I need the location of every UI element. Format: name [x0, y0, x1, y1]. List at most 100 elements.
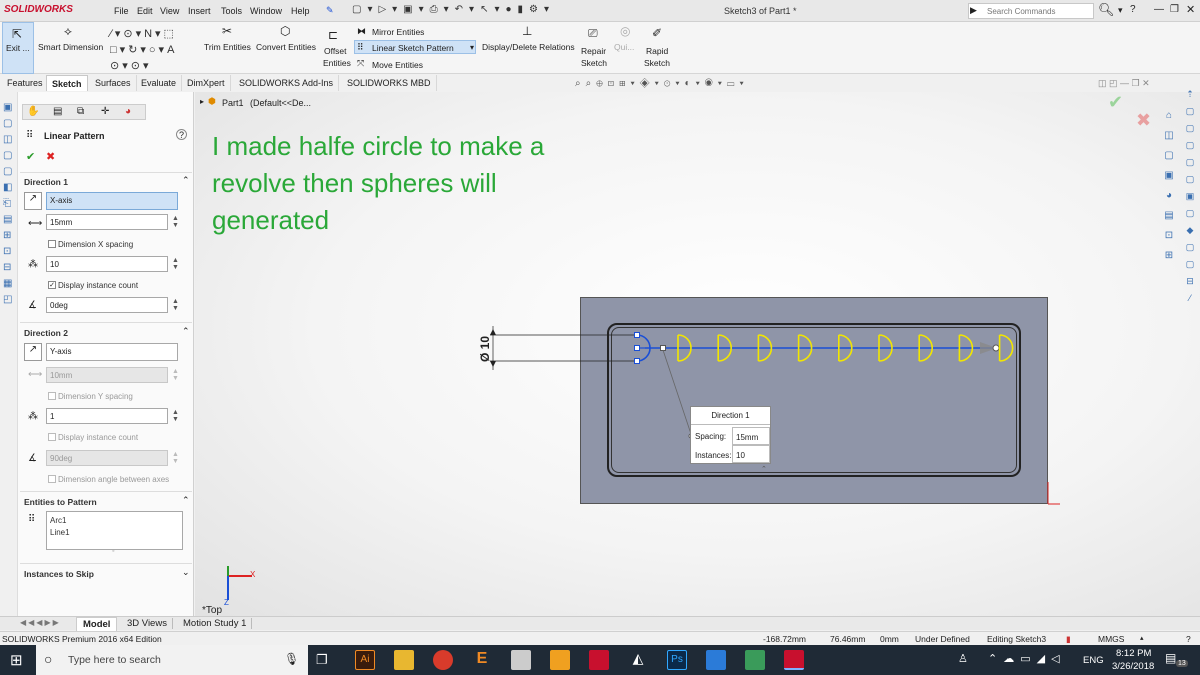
- offset-entities-button[interactable]: ⊏ Offset Entities: [322, 28, 354, 72]
- rebuild-icon[interactable]: ▮: [1066, 634, 1071, 645]
- people-icon[interactable]: ♙: [958, 652, 968, 665]
- repair-sketch-button[interactable]: ⎚ Repair Sketch: [580, 24, 610, 72]
- viewport-controls-icon[interactable]: ◫ ◰ — ❐ ✕: [1098, 78, 1150, 89]
- help-icon[interactable]: ?: [1130, 4, 1136, 15]
- system-tray-icons[interactable]: ⌃☁▭◢◁: [988, 652, 1066, 665]
- units-status[interactable]: MMGS: [1098, 634, 1124, 644]
- tab-evaluate[interactable]: Evaluate: [136, 75, 183, 91]
- expand-tree-icon[interactable]: ▸: [200, 97, 204, 106]
- sketch-point[interactable]: [634, 332, 640, 338]
- feature-manager-tab-icon[interactable]: ✋: [27, 106, 39, 117]
- collapse-icon[interactable]: ⌃: [182, 175, 190, 186]
- app-icon[interactable]: [706, 650, 726, 670]
- chrome-icon[interactable]: [433, 650, 453, 670]
- search-mode-icon[interactable]: ▶: [970, 5, 977, 16]
- menu-file[interactable]: File: [114, 6, 129, 16]
- instances-spinner[interactable]: ▲ ▼: [172, 409, 179, 423]
- mirror-entities-button[interactable]: ⧓ Mirror Entities: [357, 26, 477, 38]
- expand-icon[interactable]: ⌄: [182, 567, 190, 578]
- menu-view[interactable]: View: [160, 6, 179, 16]
- instances-spinner[interactable]: ▲ ▼: [172, 257, 179, 271]
- solidworks-logo[interactable]: SOLIDWORKS: [4, 4, 73, 15]
- language-indicator[interactable]: ENG: [1083, 655, 1104, 666]
- direction1-spacing-field[interactable]: 15mm: [46, 214, 168, 230]
- view-orientation-icons[interactable]: ⇡ ▢ ▢ ▢ ▢ ▢ ▣ ▢ ◆ ▢ ▢ ⊟ ⁄: [1183, 86, 1197, 307]
- sketch-point[interactable]: [634, 345, 640, 351]
- quick-access-toolbar[interactable]: ▢▾▷▾▣▾⎙▾↶▾↖▾●▮⚙▾: [352, 4, 552, 18]
- callout-instances-value[interactable]: 10: [732, 445, 770, 463]
- ok-check-icon[interactable]: ✔: [26, 150, 35, 163]
- display-delete-relations-button[interactable]: ⊥ Display/Delete Relations: [482, 24, 578, 72]
- units-dropdown-icon[interactable]: ▴: [1140, 634, 1144, 642]
- app-e-icon[interactable]: E: [472, 650, 492, 670]
- menu-help[interactable]: Help: [291, 6, 310, 16]
- smart-dimension-button[interactable]: ⟡ Smart Dimension: [38, 24, 104, 72]
- tab-mbd[interactable]: SOLIDWORKS MBD: [342, 75, 437, 91]
- search-commands-input[interactable]: Search Commands: [968, 3, 1094, 19]
- tab-motion-study[interactable]: Motion Study 1: [178, 618, 253, 629]
- help-icon[interactable]: ?: [176, 129, 187, 140]
- close-icon[interactable]: ✕: [1186, 3, 1195, 16]
- arrow-handle[interactable]: [992, 344, 1000, 352]
- menu-tools[interactable]: Tools: [221, 6, 242, 16]
- callout-spacing-value[interactable]: 15mm: [732, 427, 770, 445]
- task-view-icon[interactable]: ❐: [316, 652, 328, 668]
- app-icon[interactable]: ◭: [628, 650, 648, 670]
- help-icon[interactable]: ?: [1186, 634, 1191, 644]
- pattern-instance-arc[interactable]: [999, 334, 1014, 362]
- minimize-icon[interactable]: —: [1154, 4, 1164, 15]
- task-pane-icons[interactable]: ⌂ ◫ ▢ ▣ ◕ ▤ ⊡ ⊞: [1160, 106, 1178, 266]
- list-item[interactable]: Line1: [50, 528, 70, 537]
- file-explorer-icon[interactable]: [394, 650, 414, 670]
- search-icon[interactable]: 🔍︎: [1098, 2, 1115, 18]
- tab-addins[interactable]: SOLIDWORKS Add-Ins: [234, 75, 340, 91]
- dimxpert-tab-icon[interactable]: ✛: [101, 106, 109, 117]
- confirm-ok-icon[interactable]: ✔: [1108, 92, 1123, 113]
- direction1-axis-field[interactable]: X-axis: [46, 192, 178, 210]
- tab-3d-views[interactable]: 3D Views: [122, 618, 173, 629]
- app-f-icon[interactable]: [550, 650, 570, 670]
- solidworks-taskbar-icon[interactable]: [589, 650, 609, 670]
- direction1-callout[interactable]: Direction 1 Spacing: 15mm Instances: 10: [690, 406, 771, 464]
- pin-icon[interactable]: ✎: [326, 5, 334, 16]
- reverse-direction-icon[interactable]: ↗: [24, 192, 42, 210]
- dimension-x-spacing-checkbox[interactable]: [48, 240, 56, 248]
- callout-collapse-icon[interactable]: ⌃: [761, 465, 767, 473]
- tab-scroll-icons[interactable]: ◀◀◀▶▶: [20, 618, 61, 627]
- collapse-icon[interactable]: ⌃: [182, 326, 190, 337]
- diameter-dimension[interactable]: Ø 10: [478, 336, 492, 362]
- action-center-icon[interactable]: ▤: [1165, 651, 1176, 665]
- solidworks-active-icon[interactable]: [784, 650, 804, 670]
- app-icon[interactable]: [511, 650, 531, 670]
- windows-start-icon[interactable]: ⊞: [10, 651, 23, 669]
- reverse-direction-icon[interactable]: ↗: [24, 343, 42, 361]
- exit-sketch-button[interactable]: ⇱ Exit ...: [2, 22, 34, 74]
- display-manager-tab-icon[interactable]: ◕: [125, 106, 131, 117]
- list-item[interactable]: Arc1: [50, 516, 66, 525]
- move-entities-button[interactable]: ⤧ Move Entities: [357, 58, 477, 70]
- menu-edit[interactable]: Edit: [137, 6, 153, 16]
- angle-spinner[interactable]: ▲ ▼: [172, 298, 179, 312]
- feature-tree-flyout[interactable]: ▸ ⬢ Part1 (Default<<De...: [200, 96, 400, 110]
- heads-up-view-toolbar[interactable]: ⌕⌕⊕⊡⊞▾◈▾⊙▾◐▾◉▾▭▾: [575, 78, 805, 92]
- direction1-instances-field[interactable]: 10: [46, 256, 168, 272]
- direction1-angle-field[interactable]: 0deg: [46, 297, 168, 313]
- entities-list[interactable]: Arc1 Line1: [46, 511, 183, 550]
- confirm-cancel-icon[interactable]: ✖: [1136, 110, 1151, 131]
- tab-sketch[interactable]: Sketch: [46, 75, 88, 91]
- property-manager-tab-icon[interactable]: ▤: [53, 106, 62, 117]
- trim-entities-button[interactable]: ✂ Trim Entities: [204, 24, 252, 72]
- photoshop-icon[interactable]: Ps: [667, 650, 687, 670]
- linear-sketch-pattern-button[interactable]: ⠿ Linear Sketch Pattern: [354, 40, 476, 54]
- sketch-point[interactable]: [634, 358, 640, 364]
- left-tool-icons[interactable]: ▣ ▢ ◫ ▢ ▢ ◧ ⎗ ▤ ⊞ ⊡ ⊟ ▦ ◰: [3, 100, 15, 308]
- clock-time[interactable]: 8:12 PM: [1116, 648, 1151, 659]
- direction2-axis-field[interactable]: Y-axis: [46, 343, 178, 361]
- tab-model[interactable]: Model: [76, 617, 118, 632]
- menu-window[interactable]: Window: [250, 6, 282, 16]
- app-icon[interactable]: [745, 650, 765, 670]
- direction2-instances-field[interactable]: 1: [46, 408, 168, 424]
- collapse-icon[interactable]: ⌃: [182, 495, 190, 506]
- tab-features[interactable]: Features: [2, 75, 49, 91]
- pattern-dropdown-icon[interactable]: ▾: [470, 43, 474, 52]
